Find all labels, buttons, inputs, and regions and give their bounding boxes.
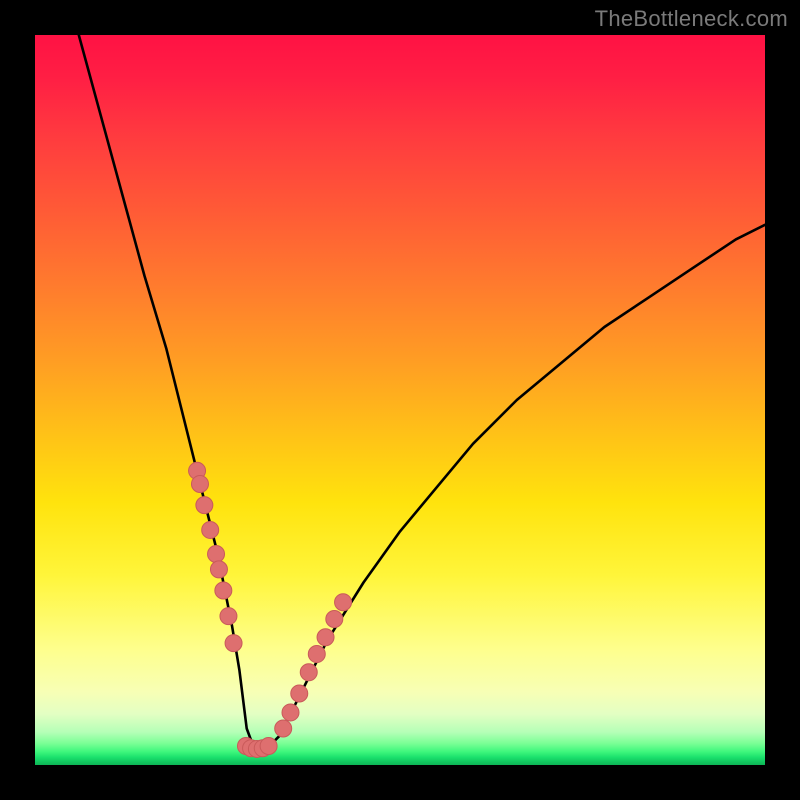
bottleneck-curve: [79, 35, 765, 749]
data-dot: [208, 546, 225, 563]
dots-bottom: [237, 738, 277, 758]
watermark-text: TheBottleneck.com: [595, 6, 788, 32]
data-dot: [210, 561, 227, 578]
plot-area: [35, 35, 765, 765]
data-dot: [300, 664, 317, 681]
data-dot: [335, 594, 352, 611]
data-dot: [225, 635, 242, 652]
data-dot: [220, 608, 237, 625]
data-dot: [282, 704, 299, 721]
data-dot: [317, 629, 334, 646]
data-dot: [196, 497, 213, 514]
data-dot: [202, 521, 219, 538]
data-dot: [326, 611, 343, 628]
data-dot: [291, 685, 308, 702]
curve-layer: [79, 35, 765, 749]
data-dot: [275, 720, 292, 737]
dots-right: [275, 594, 352, 737]
data-dot: [260, 738, 277, 755]
data-dot: [191, 475, 208, 492]
dots-left: [189, 462, 243, 651]
chart-stage: TheBottleneck.com: [0, 0, 800, 800]
data-dot: [215, 582, 232, 599]
data-dot: [308, 646, 325, 663]
dots-layer: [189, 462, 352, 757]
chart-overlay: [35, 35, 765, 765]
